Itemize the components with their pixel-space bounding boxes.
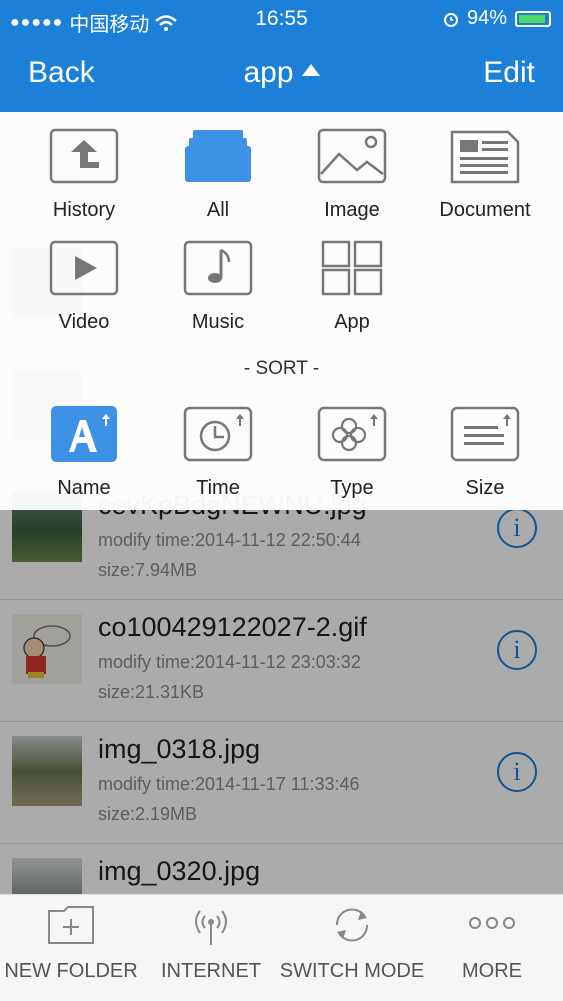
battery-icon <box>515 10 551 27</box>
nav-bar: Back app Edit <box>0 38 563 112</box>
all-files-icon <box>185 130 251 182</box>
category-app[interactable]: App <box>285 240 419 334</box>
bottom-toolbar: NEW FOLDER INTERNET SWITCH MODE MORE <box>0 894 563 1001</box>
more-button[interactable]: MORE <box>432 903 552 983</box>
sort-name-icon <box>51 406 117 462</box>
sort-size-icon <box>450 406 520 462</box>
switch-mode-button[interactable]: SWITCH MODE <box>272 903 432 983</box>
caret-up-icon <box>301 64 320 76</box>
new-folder-button[interactable]: NEW FOLDER <box>0 903 142 983</box>
app-grid-icon <box>321 240 383 296</box>
upload-history-icon <box>49 128 119 184</box>
category-history[interactable]: History <box>17 128 151 222</box>
sort-by-size[interactable]: Size <box>418 406 552 500</box>
category-document[interactable]: Document <box>418 128 552 222</box>
wireless-antenna-icon <box>195 910 227 945</box>
refresh-cycle-icon <box>335 908 369 942</box>
image-icon <box>317 128 387 184</box>
category-video[interactable]: Video <box>17 240 151 334</box>
category-sort-menu: History All Image Document Video Music A… <box>0 112 563 510</box>
sort-time-icon <box>183 406 253 462</box>
sort-heading: - SORT - <box>243 358 320 379</box>
edit-button[interactable]: Edit <box>483 56 535 90</box>
internet-button[interactable]: INTERNET <box>151 903 271 983</box>
new-folder-icon <box>48 906 94 944</box>
folder-title-dropdown[interactable]: app <box>0 56 563 90</box>
page-title: app <box>243 56 294 89</box>
document-icon <box>450 130 520 184</box>
alarm-icon <box>443 12 458 27</box>
category-all[interactable]: All <box>151 128 285 222</box>
category-image[interactable]: Image <box>285 128 419 222</box>
more-dots-icon <box>469 917 515 929</box>
sort-type-icon <box>317 406 387 462</box>
sort-by-type[interactable]: Type <box>285 406 419 500</box>
music-icon <box>183 240 253 296</box>
sort-by-time[interactable]: Time <box>151 406 285 500</box>
battery-percent: 94% <box>466 7 507 29</box>
video-icon <box>49 240 119 296</box>
category-music[interactable]: Music <box>151 240 285 334</box>
status-bar: ●●●●● 中国移动 16:55 94% <box>0 0 563 38</box>
sort-by-name[interactable]: Name <box>17 406 151 500</box>
